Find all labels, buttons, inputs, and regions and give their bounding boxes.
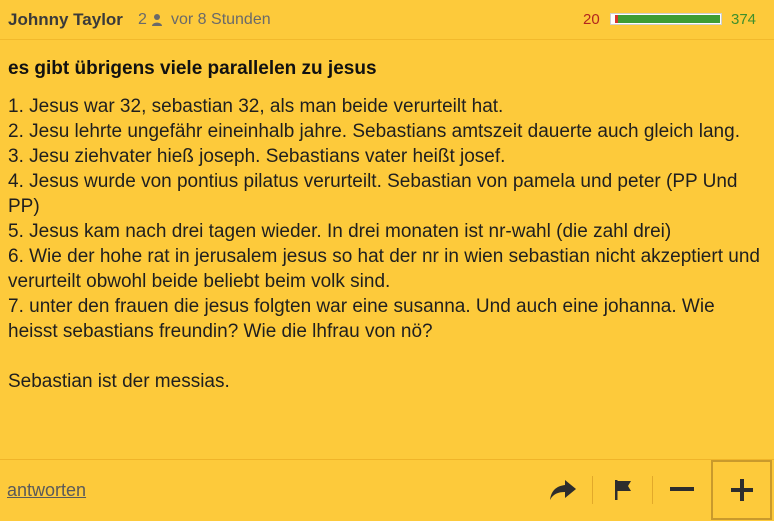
timestamp: vor 8 Stunden: [171, 11, 271, 28]
user-icon: [152, 14, 162, 26]
body-line: 3. Jesu ziehvater hieß joseph. Sebastian…: [8, 146, 506, 167]
user-count: 2: [138, 11, 147, 28]
comment-header: Johnny Taylor 2 vor 8 Stunden 20 374: [0, 0, 774, 40]
reply-link[interactable]: antworten: [7, 480, 86, 501]
downvote-button[interactable]: [652, 460, 712, 520]
rating-bar-positive-fill: [618, 15, 720, 23]
body-line: 1. Jesus war 32, sebastian 32, als man b…: [8, 96, 504, 117]
positive-rating-count: 374: [731, 11, 757, 28]
flag-icon: [615, 480, 631, 500]
closing-line: Sebastian ist der messias.: [8, 371, 230, 392]
share-arrow-icon: [550, 480, 576, 500]
negative-rating-count: 20: [583, 11, 600, 28]
rating-bar: [610, 13, 722, 25]
body-line: 6. Wie der hohe rat in jerusalem jesus s…: [8, 246, 760, 292]
body-line: 2. Jesu lehrte ungefähr eineinhalb jahre…: [8, 121, 740, 142]
post-body: 1. Jesus war 32, sebastian 32, als man b…: [8, 94, 768, 394]
body-line: 4. Jesus wurde von pontius pilatus verur…: [8, 171, 738, 217]
post-title: es gibt übrigens viele parallelen zu jes…: [8, 58, 377, 79]
share-button[interactable]: [533, 460, 593, 520]
body-line: 5. Jesus kam nach drei tagen wieder. In …: [8, 221, 672, 242]
comment-actions: antworten: [0, 459, 774, 521]
report-button[interactable]: [593, 460, 653, 520]
author-name[interactable]: Johnny Taylor: [8, 10, 123, 30]
body-line: 7. unter den frauen die jesus folgten wa…: [8, 296, 715, 342]
upvote-button[interactable]: [711, 460, 772, 520]
minus-icon: [670, 487, 694, 491]
plus-icon: [730, 479, 753, 501]
